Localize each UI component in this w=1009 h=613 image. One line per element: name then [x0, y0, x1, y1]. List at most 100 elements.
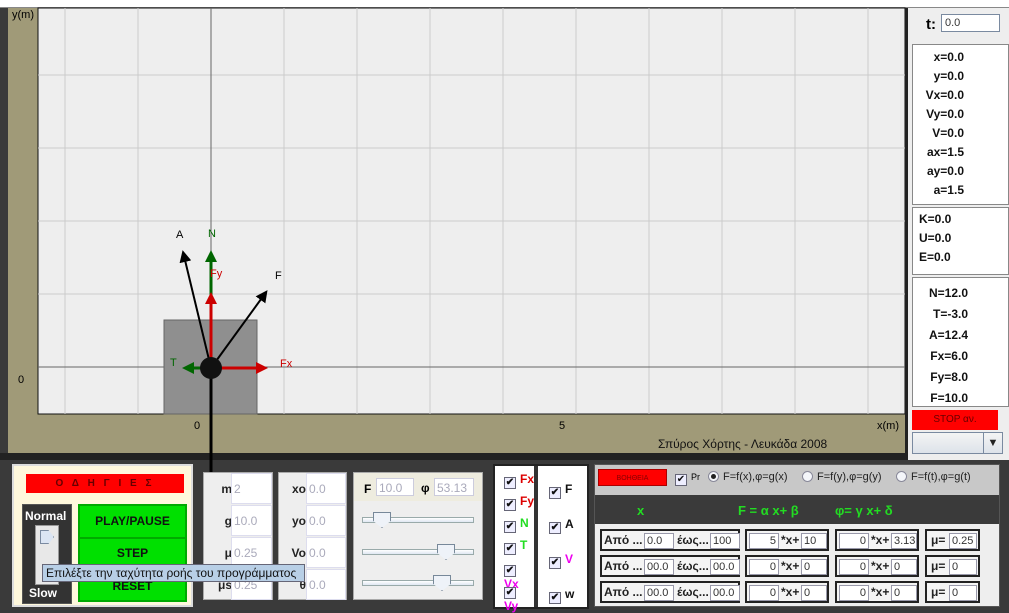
third-slider[interactable]	[362, 575, 474, 591]
gamma-field[interactable]: 0	[839, 585, 869, 601]
param-field[interactable]: 10.0	[231, 505, 272, 536]
param-field[interactable]: 0.0	[306, 505, 346, 536]
force-label: F	[364, 482, 372, 496]
force-slider-thumb[interactable]	[373, 512, 391, 528]
checkbox-A[interactable]: ✔ A	[549, 517, 574, 534]
force-value: Fx=6.0	[930, 349, 968, 363]
param-field[interactable]: 0.0	[306, 569, 346, 600]
gamma-field[interactable]: 0	[839, 559, 869, 575]
speed-normal-label: Normal	[25, 509, 67, 523]
vector-visibility-checks: ✔ Fx ✔ Fy ✔ N ✔ T ✔Vx ✔Vy ✔ F ✔ A ✔ V ✔ w	[493, 464, 589, 613]
check-icon: ✔	[504, 521, 516, 533]
forces-readout: N=12.0 T=-3.0 A=12.4 Fx=6.0 Fy=8.0 F=10.0	[912, 277, 1009, 407]
checkbox-label: A	[565, 517, 574, 531]
label-Fy: Fy	[210, 268, 223, 280]
alpha-field[interactable]: 5	[749, 533, 779, 549]
param-label: yo	[291, 514, 306, 528]
delta-field[interactable]: 3.13	[891, 533, 917, 549]
beta-field[interactable]: 0	[801, 585, 827, 601]
param-row: g 10.0	[204, 505, 272, 537]
beta-field[interactable]: 10	[801, 533, 827, 549]
mu-label: μ=	[931, 533, 946, 547]
chevron-down-icon[interactable]: ▼	[983, 433, 1002, 453]
angle-slider-thumb[interactable]	[437, 544, 455, 560]
to-field[interactable]: 00.0	[710, 559, 740, 575]
kinematic-value: Vy=0.0	[926, 107, 964, 121]
body-point[interactable]	[200, 357, 222, 379]
param-field[interactable]: 0.0	[306, 473, 346, 504]
mu-field[interactable]: 0	[949, 559, 977, 575]
force-value: F=10.0	[930, 391, 968, 405]
stop-condition-select[interactable]: ▼	[912, 432, 1003, 454]
radio-ft[interactable]: F=f(t),φ=g(t)	[896, 471, 971, 483]
mu-field[interactable]: 0	[949, 585, 977, 601]
kinematic-value: x=0.0	[933, 50, 964, 64]
param-row: xo 0.0	[279, 473, 346, 505]
angle-slider[interactable]	[362, 544, 474, 560]
speed-slider-box: Normal Slow	[22, 504, 72, 604]
radio-fx[interactable]: F=f(x),φ=g(x)	[708, 471, 788, 483]
to-field[interactable]: 100	[710, 533, 740, 549]
force-field[interactable]: 10.0	[376, 478, 414, 496]
check-icon: ✔	[549, 592, 561, 604]
checkbox-label: N	[520, 516, 529, 530]
checkbox-label: Fy	[520, 494, 535, 508]
kinematic-value: V=0.0	[932, 126, 964, 140]
times-x-label: *x+	[781, 585, 800, 599]
angle-field[interactable]: 53.13	[434, 478, 474, 496]
to-label: έως...	[677, 533, 709, 547]
third-slider-thumb[interactable]	[433, 575, 451, 591]
beta-field[interactable]: 0	[801, 559, 827, 575]
times-x-label: *x+	[871, 559, 890, 573]
param-field[interactable]: 0.0	[306, 537, 346, 568]
speed-slider-thumb[interactable]	[40, 530, 54, 544]
stop-button[interactable]: STOP αν.	[912, 410, 998, 430]
from-field[interactable]: 00.0	[644, 559, 674, 575]
play-pause-button[interactable]: PLAY/PAUSE	[78, 504, 187, 539]
checkbox-Vy[interactable]: ✔Vy	[504, 582, 534, 613]
checkbox-Fx[interactable]: ✔ Fx	[504, 472, 534, 489]
delta-field[interactable]: 0	[891, 585, 917, 601]
energy-readout: K=0.0 U=0.0 E=0.0	[912, 207, 1009, 275]
mu-field[interactable]: 0.25	[949, 533, 977, 549]
checkbox-V[interactable]: ✔ V	[549, 552, 573, 569]
kinematic-value: ax=1.5	[926, 145, 964, 159]
energy-value: U=0.0	[919, 231, 952, 245]
checkbox-N[interactable]: ✔ N	[504, 516, 529, 533]
kinematics-readout: x=0.0 y=0.0 Vx=0.0 Vy=0.0 V=0.0 ax=1.5 ay=0.0 a…	[912, 44, 1009, 205]
force-panel: F 10.0 φ 53.13	[353, 472, 483, 600]
pr-checkbox[interactable]: ✔ Pr	[675, 472, 700, 486]
help-button[interactable]: ΒΟΗΘΕΙΑ	[598, 469, 667, 486]
to-label: έως...	[677, 585, 709, 599]
check-icon: ✔	[504, 477, 516, 489]
param-row: m2	[204, 473, 272, 505]
function-mode-bar: ΒΟΗΘΕΙΑ ✔ Pr F=f(x),φ=g(x) F=f(y),φ=g(y) …	[595, 465, 999, 495]
label-N: N	[208, 228, 216, 240]
from-field[interactable]: 0.0	[644, 533, 674, 549]
time-field[interactable]: 0.0	[941, 14, 1000, 32]
author-credit: Σπύρος Χόρτης - Λευκάδα 2008	[658, 437, 828, 451]
to-field[interactable]: 00.0	[710, 585, 740, 601]
check-icon: ✔	[549, 557, 561, 569]
radio-label: F=f(t),φ=g(t)	[911, 471, 971, 483]
from-label: Από ...	[604, 585, 643, 599]
checkbox-Fy[interactable]: ✔ Fy	[504, 494, 534, 511]
from-field[interactable]: 00.0	[644, 585, 674, 601]
check-icon: ✔	[549, 522, 561, 534]
instructions-button[interactable]: Ο Δ Η Γ Ι Ε Σ	[26, 474, 184, 493]
checkbox-F[interactable]: ✔ F	[549, 482, 572, 499]
gamma-field[interactable]: 0	[839, 533, 869, 549]
control-panel: Ο Δ Η Γ Ι Ε Σ Normal Slow PLAY/PAUSE STE…	[12, 464, 193, 607]
checkbox-w[interactable]: ✔ w	[549, 587, 574, 604]
checkbox-T[interactable]: ✔ T	[504, 538, 527, 555]
times-x-label: *x+	[871, 585, 890, 599]
readout-panel: t: 0.0 x=0.0 y=0.0 Vx=0.0 Vy=0.0 V=0.0 ax=1.5…	[905, 8, 1009, 460]
alpha-field[interactable]: 0	[749, 559, 779, 575]
param-field[interactable]: 2	[231, 473, 272, 504]
alpha-field[interactable]: 0	[749, 585, 779, 601]
header-variable: x	[637, 503, 645, 518]
force-slider[interactable]	[362, 512, 474, 528]
function-row: Από ... 0.0 έως... 100 5 *x+ 10 0 *x+ 3.13 μ= 0.…	[595, 529, 999, 553]
radio-fy[interactable]: F=f(y),φ=g(y)	[802, 471, 882, 483]
delta-field[interactable]: 0	[891, 559, 917, 575]
